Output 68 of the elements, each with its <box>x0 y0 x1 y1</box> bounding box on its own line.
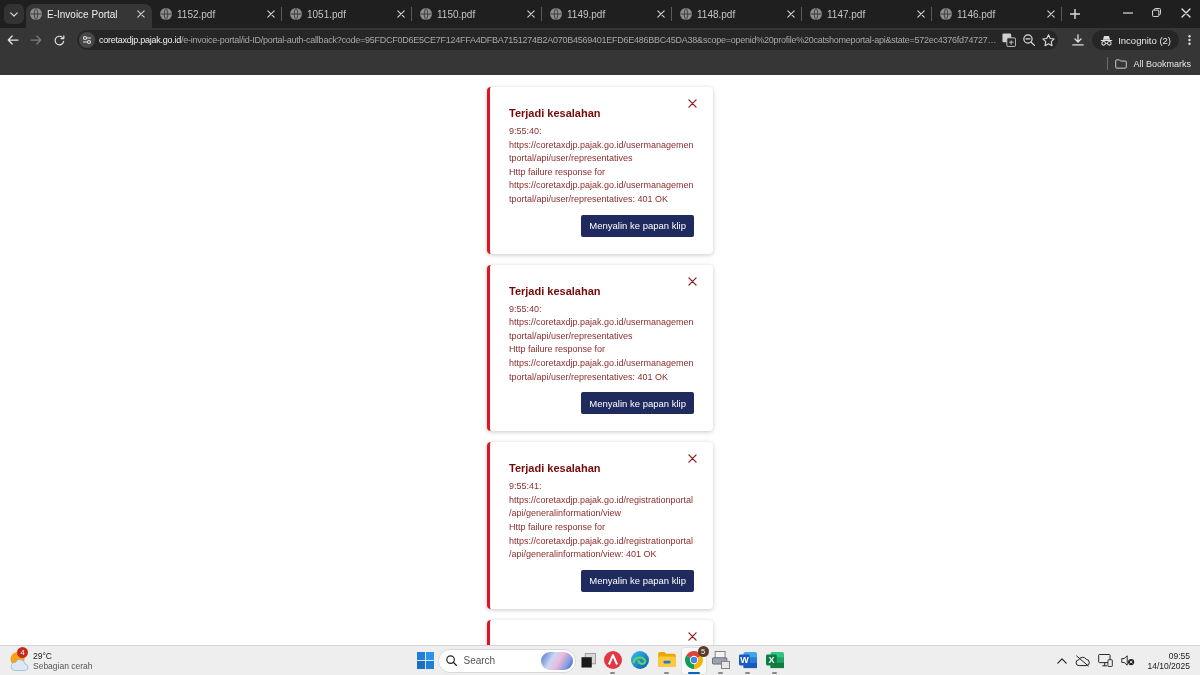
toast-title: Terjadi kesalahan <box>509 106 601 120</box>
globe-icon <box>940 8 952 20</box>
globe-icon <box>160 8 172 20</box>
browser-tab[interactable]: 1146.pdf <box>932 4 1061 28</box>
restore-icon[interactable] <box>1152 8 1161 17</box>
taskbar-app-button[interactable]: X <box>761 646 788 675</box>
star-icon[interactable] <box>1042 33 1056 47</box>
segmented-circle-app-icon <box>684 650 703 669</box>
close-icon[interactable] <box>688 631 697 641</box>
sliders-icon[interactable] <box>79 32 95 48</box>
minimize-icon[interactable] <box>1122 11 1133 14</box>
chevron-down-icon <box>10 11 18 17</box>
copy-to-clipboard-button[interactable]: Menyalin ke papan klip <box>581 392 694 415</box>
close-icon[interactable] <box>688 276 697 286</box>
clock-date[interactable]: 14/10/2025 <box>1147 660 1190 671</box>
taskbar-app-button[interactable]: W <box>734 646 761 675</box>
back-icon[interactable] <box>7 35 19 45</box>
browser-tab[interactable]: 1152.pdf <box>152 4 281 28</box>
copy-to-clipboard-button[interactable]: Menyalin ke papan klip <box>581 214 694 237</box>
zoom-out-icon[interactable] <box>1023 34 1036 46</box>
translate-icon[interactable] <box>1002 33 1017 47</box>
task-view-icon[interactable] <box>580 653 596 668</box>
browser-tab[interactable]: 1148.pdf <box>672 4 801 28</box>
globe-icon <box>290 8 302 20</box>
browser-tab[interactable]: 1150.pdf <box>412 4 541 28</box>
muted-speaker-icon[interactable] <box>1121 655 1136 666</box>
monitor-icon[interactable] <box>1098 654 1114 667</box>
weather-temperature[interactable]: 29°C <box>33 650 93 661</box>
reload-icon[interactable] <box>53 34 65 46</box>
search-icon <box>445 655 457 666</box>
error-message: 9:55:40: https://coretaxdjp.pajak.go.id/usermanagementportal/api/user/representatives <box>509 302 694 343</box>
circle-caret-app-icon <box>603 650 622 669</box>
globe-icon <box>420 8 432 20</box>
copy-to-clipboard-button[interactable]: Menyalin ke papan klip <box>581 569 694 592</box>
new-tab-icon[interactable] <box>1070 9 1080 19</box>
toast-title: Terjadi kesalahan <box>509 283 601 298</box>
address-bar[interactable]: coretaxdjp.pajak.go.id/e-invoice-portal/id-ID/portal-auth-callback?code=95FDCF0D6E5CE7F124FFA4DFBA7151274B2A070B4569401EFD6E486BBC45DA38&scope=openid%20profile%20catshomeportal-api&state=572ec4376fd74727… <box>77 30 1059 50</box>
error-message: Http failure response for https://coretaxdjp.pajak.go.id/registrationportal/api/generalinformation/view: 401 OK <box>509 520 694 562</box>
incognito-button[interactable]: Incognito (2) <box>1092 30 1179 50</box>
globe-icon <box>810 8 822 20</box>
weather-condition[interactable]: Sebagian cerah <box>33 660 93 671</box>
clock-time[interactable]: 09:55 <box>1168 650 1190 661</box>
folder-icon <box>657 652 676 667</box>
browser-tab[interactable]: 1149.pdf <box>542 4 671 28</box>
close-icon[interactable] <box>688 454 697 464</box>
cloud-off-icon[interactable] <box>1075 654 1091 667</box>
browser-tab[interactable]: E-Invoice Portal <box>26 4 152 28</box>
start-icon[interactable] <box>416 652 434 669</box>
bookmarks-folder-button[interactable]: All Bookmarks <box>1113 58 1193 69</box>
swirl-circle-app-icon <box>630 650 649 669</box>
error-message: Http failure response for https://coretaxdjp.pajak.go.id/usermanagementportal/api/user/representatives: 401 OK <box>509 343 694 384</box>
menu-icon[interactable] <box>1188 34 1191 46</box>
close-icon[interactable] <box>688 99 697 108</box>
browser-tab[interactable]: 1051.pdf <box>282 4 411 28</box>
chevron-up-icon[interactable] <box>1057 657 1068 664</box>
error-message: 9:55:41: https://coretaxdjp.pajak.go.id/registrationportal/api/generalinformation/view <box>509 480 694 521</box>
incognito-icon <box>1100 34 1114 46</box>
globe-icon <box>680 8 692 20</box>
browser-tab[interactable]: 1147.pdf <box>802 4 931 28</box>
toast-title: Terjadi kesalahan <box>509 461 601 476</box>
folder-icon <box>1115 58 1128 69</box>
printer-icon <box>711 650 730 669</box>
globe-icon <box>550 8 562 20</box>
error-message: 9:55:40: https://coretaxdjp.pajak.go.id/usermanagementportal/api/user/representatives <box>509 125 694 166</box>
globe-icon <box>30 8 42 20</box>
download-icon[interactable] <box>1072 34 1085 46</box>
tab-search-button[interactable] <box>4 4 24 24</box>
error-message: Http failure response for https://coretaxdjp.pajak.go.id/usermanagementportal/api/user/representatives: 401 OK <box>509 165 694 206</box>
